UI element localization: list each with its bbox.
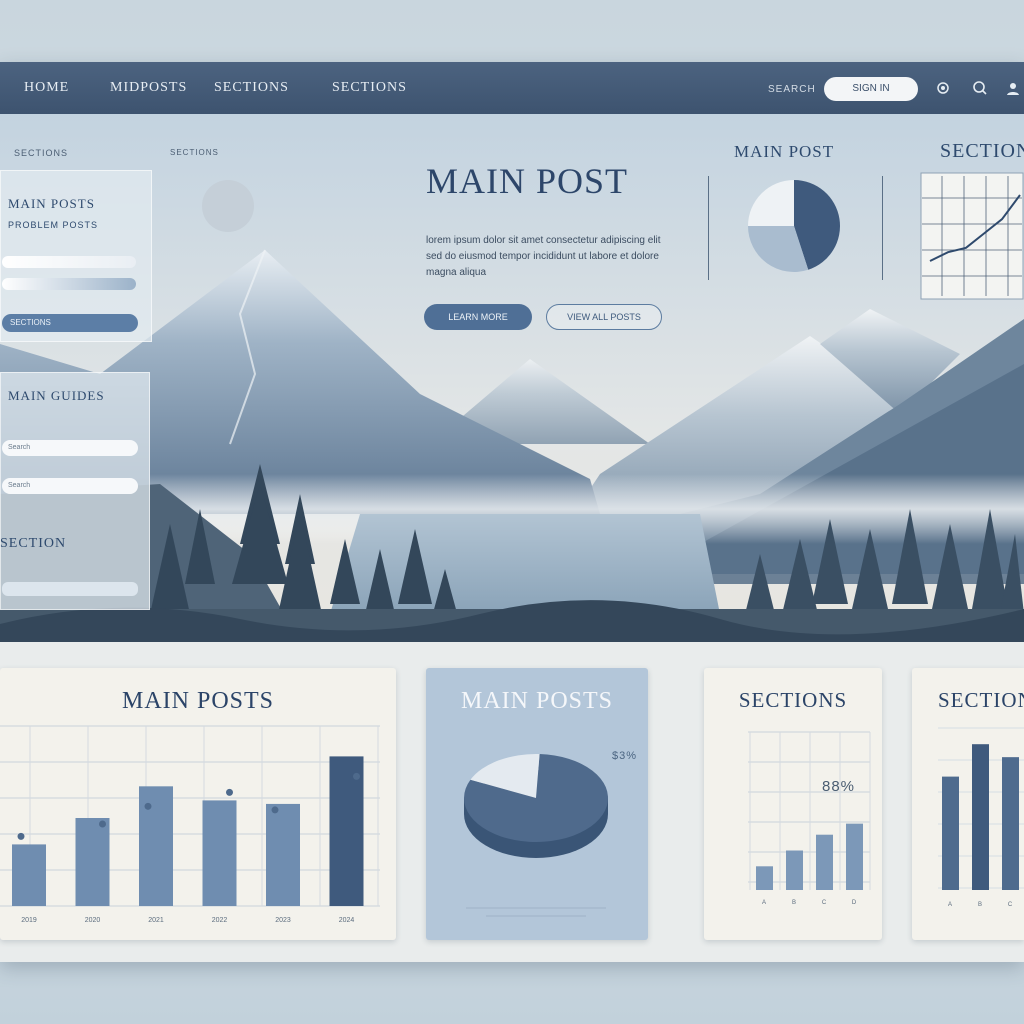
tick-label: 2020 [85,917,101,924]
data-point [17,832,25,840]
bar [202,800,237,906]
bar [12,844,46,906]
bar [266,803,300,906]
tick-label: 2022 [212,917,228,924]
user-icon[interactable] [1005,80,1021,96]
bar [786,850,803,890]
sidebar-progress [2,278,136,290]
bar [756,866,773,890]
bar [942,776,959,890]
learn-more-button[interactable]: LEARN MORE [424,304,532,330]
tick-label: C [822,900,827,906]
bar-chart-sections: A B C D [748,731,871,906]
divider-left [708,176,709,280]
data-point [271,806,279,814]
pie-widget-title: MAIN POST [734,142,835,161]
tick-label: B [792,900,796,906]
nav-link-sections[interactable]: SECTIONS [214,80,289,96]
bar-chart-main-posts: 2019 2020 2021 2022 2023 2024 [0,725,380,924]
tick-label: 2023 [275,917,291,924]
hero-body-text: lorem ipsum dolor sit amet consectetur a… [426,235,661,278]
tick-label: A [948,902,952,908]
divider-right [882,176,883,280]
hero-title: MAIN POST [426,161,629,201]
nav-link-sections-2[interactable]: SECTIONS [332,80,407,96]
bar [75,818,110,906]
search-icon[interactable] [972,80,988,96]
card-sections-bar: SECTIONS 88% ABCD [704,668,882,940]
bar [972,744,989,890]
sidebar-search-field-1[interactable]: Search [2,440,138,456]
data-point [226,788,233,796]
nav-search-label[interactable]: SEARCH [768,84,816,95]
view-all-posts-button[interactable]: VIEW ALL POSTS [546,304,662,330]
sidebar-input-1[interactable] [2,256,136,268]
line-widget-title: SECTIONS [940,140,1024,162]
sign-in-button[interactable]: SIGN IN [824,77,918,101]
hero-caption: SECTIONS [170,148,219,157]
tick-label: 2024 [339,917,355,924]
sidebar-guides-heading: MAIN GUIDES [8,388,105,403]
card-sections-bar-2: SECTIONS ABC [912,668,1024,940]
sidebar-search-field-2[interactable]: Search [2,478,138,494]
sidebar-section-label: SECTION [0,536,67,551]
tick-label: A [762,900,766,906]
bar [846,823,863,890]
settings-icon[interactable] [935,80,951,96]
hero-pie-chart [748,180,840,272]
tick-label: 2021 [148,917,164,924]
sidebar-subheading: PROBLEM POSTS [8,220,99,230]
line-chart-widget [920,172,1024,300]
bar [816,834,833,890]
data-point [99,820,106,828]
bar [139,786,173,906]
pie-chart-main-posts [464,754,608,917]
sidebar-heading: MAIN POSTS [8,196,95,211]
pie-slice [748,180,794,226]
tick-label: 2019 [21,917,37,924]
tick-label: B [978,902,982,908]
sidebar-caption: SECTIONS [14,148,69,158]
bar-chart-sections-2: A B C [938,727,1024,908]
card-main-posts-pie: MAIN POSTS $3% [426,668,648,940]
card-main-posts-bar: MAIN POSTS 2019 2020 2021 2022 2023 2024 [0,668,396,940]
bar [1002,757,1019,890]
tick-label: D [852,900,857,906]
nav-link-home[interactable]: HOME [24,80,69,96]
sidebar-sections-button[interactable]: SECTIONS [2,314,138,332]
data-point [353,772,360,780]
nav-link-midposts[interactable]: MIDPOSTS [110,80,187,96]
tick-label: C [1008,902,1013,908]
data-point [144,802,152,810]
sidebar-input-bottom[interactable] [2,582,138,596]
